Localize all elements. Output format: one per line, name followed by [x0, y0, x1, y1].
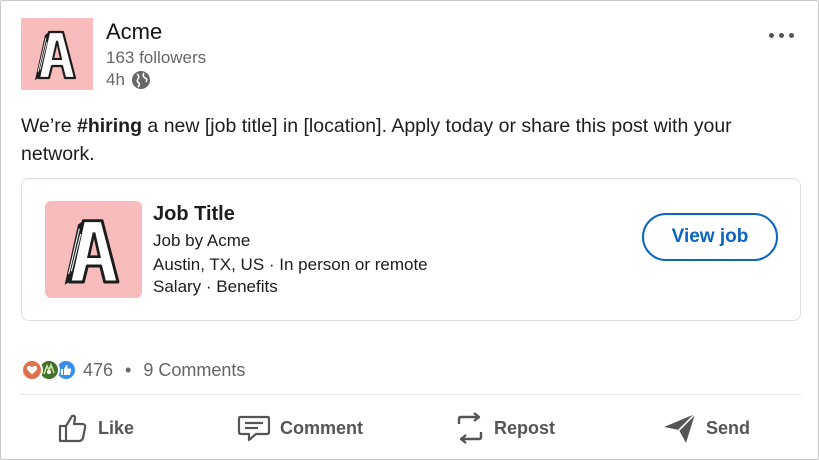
acme-logo-icon [35, 30, 77, 80]
job-company: Job by Acme [153, 231, 251, 250]
separator-dot: • [125, 359, 132, 380]
repost-label: Repost [494, 417, 556, 438]
post-text: We’re #hiring a new [job title] in [loca… [21, 112, 801, 168]
company-avatar[interactable] [21, 18, 93, 90]
divider [21, 394, 801, 395]
more-options-icon[interactable] [764, 23, 798, 47]
comments-count[interactable]: 9 Comments [143, 360, 245, 381]
send-button[interactable]: Send [662, 405, 750, 451]
reactions-bar: 476 • 9 Comments [21, 357, 245, 383]
thumbs-up-icon [58, 414, 87, 443]
repost-icon [457, 412, 483, 444]
globe-icon [131, 71, 150, 89]
love-reaction-icon [21, 359, 43, 381]
job-salary: Salary · Benefits [153, 277, 278, 296]
hashtag-link[interactable]: #hiring [77, 115, 142, 137]
like-label: Like [98, 417, 135, 438]
acme-logo-icon [64, 218, 119, 285]
follower-count: 163 followers [106, 48, 207, 67]
post-meta: 4h [106, 70, 151, 90]
post-card: Acme 163 followers 4h We’re #hiring a ne… [0, 0, 819, 460]
like-button[interactable]: Like [56, 405, 134, 451]
post-text-start: We’re [21, 115, 77, 137]
view-job-button[interactable]: View job [642, 213, 778, 261]
comment-button[interactable]: Comment [236, 405, 363, 451]
send-label: Send [706, 417, 751, 438]
job-company-logo [45, 201, 142, 298]
reaction-count[interactable]: 476 [83, 360, 113, 381]
comment-icon [237, 415, 271, 442]
job-card[interactable]: Job Title Job by Acme Austin, TX, US · I… [21, 178, 801, 321]
repost-button[interactable]: Repost [454, 405, 555, 451]
company-name[interactable]: Acme [106, 19, 162, 45]
send-icon [664, 413, 696, 443]
job-location: Austin, TX, US · In person or remote [153, 255, 428, 274]
post-time: 4h [106, 70, 125, 89]
comment-label: Comment [280, 417, 364, 438]
job-title[interactable]: Job Title [153, 203, 235, 226]
reaction-icons[interactable] [21, 359, 77, 381]
